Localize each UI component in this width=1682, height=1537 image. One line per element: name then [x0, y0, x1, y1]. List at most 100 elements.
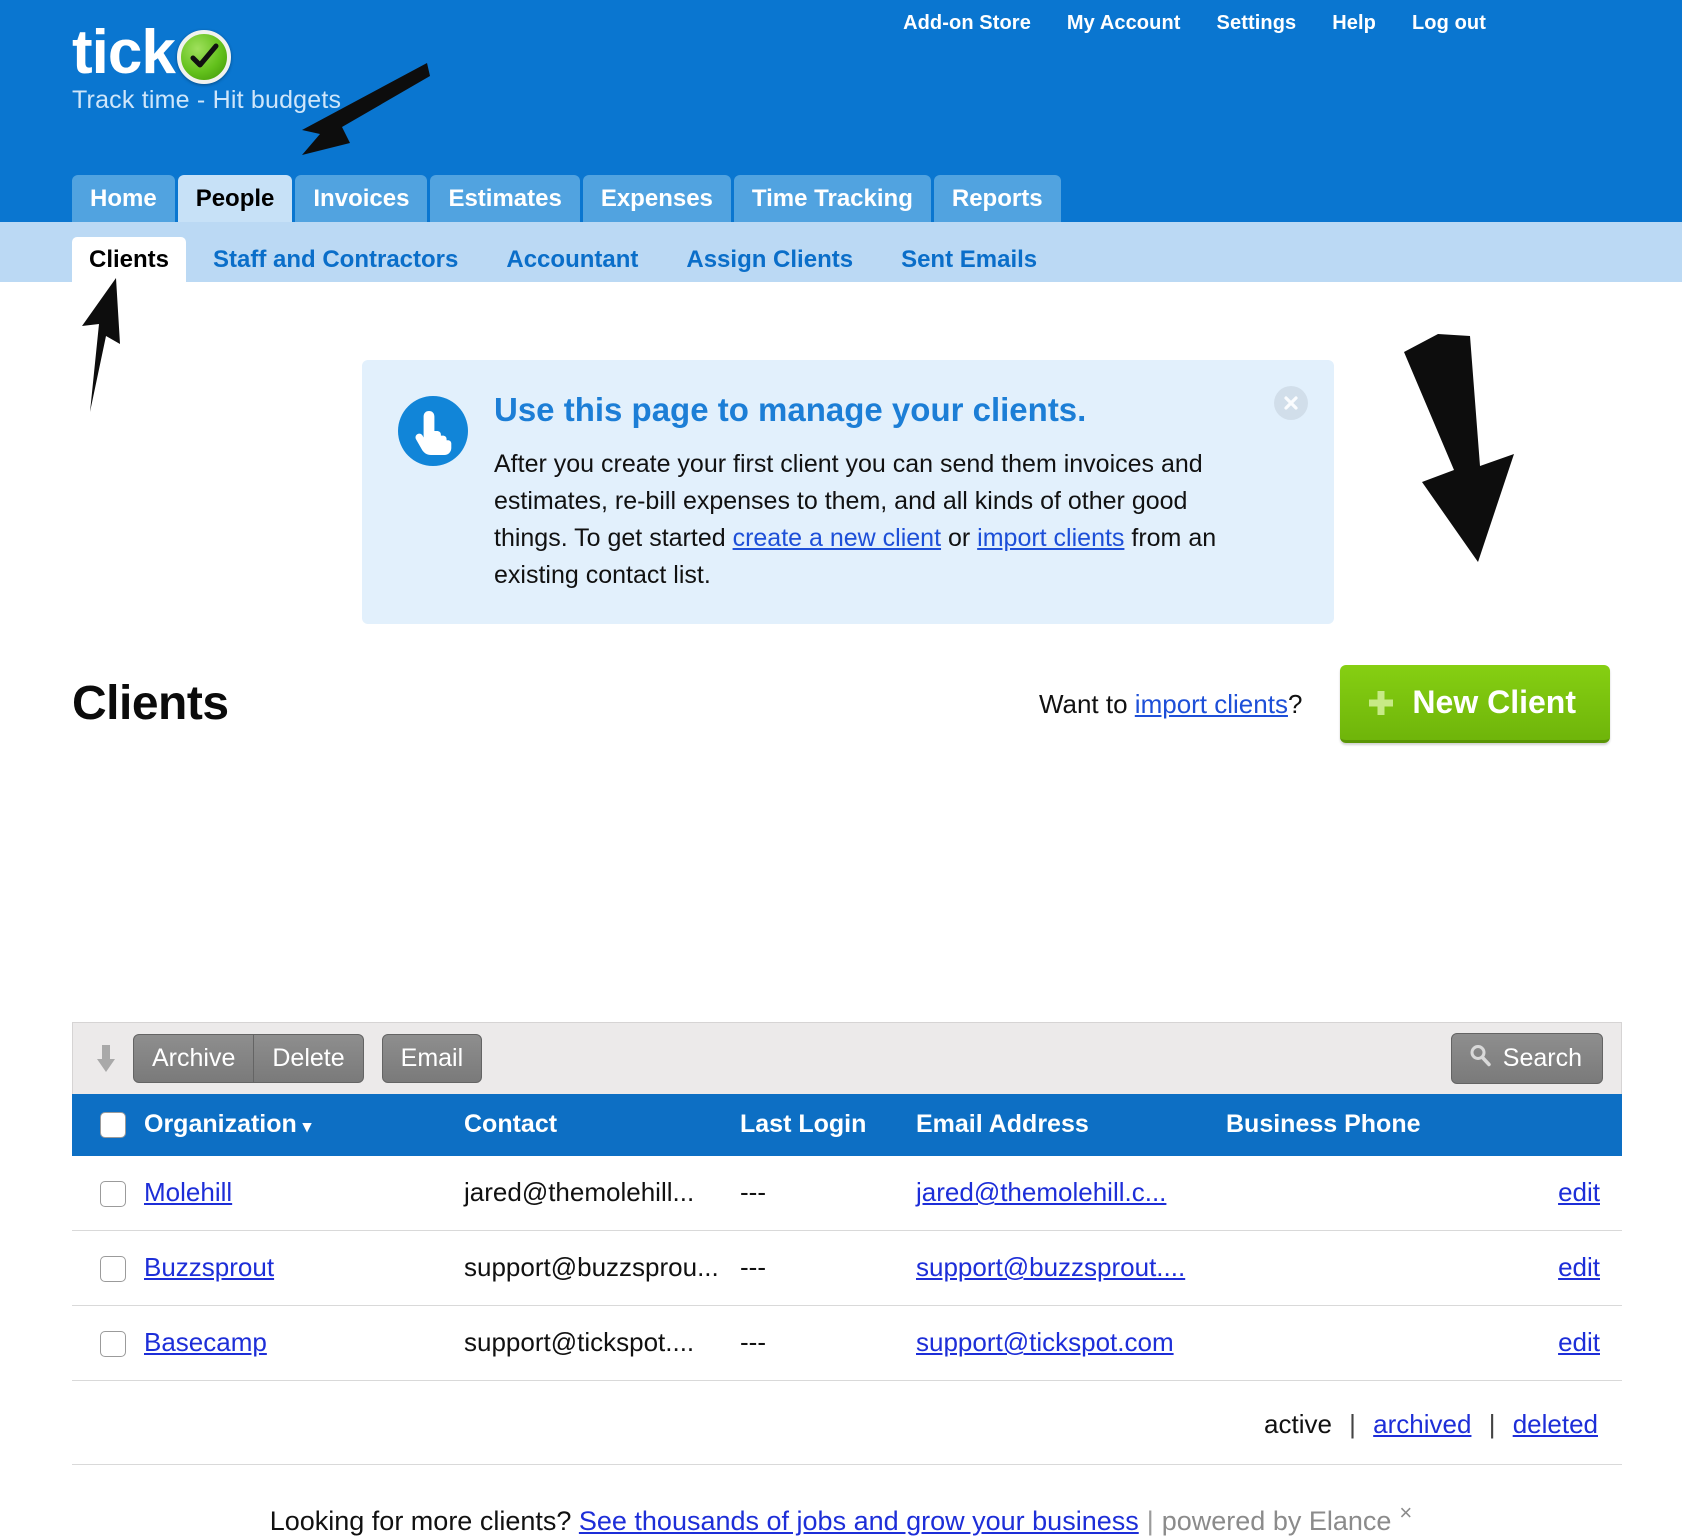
- tab-reports[interactable]: Reports: [933, 175, 1061, 222]
- logo-tagline: Track time - Hit budgets: [72, 86, 342, 114]
- column-header-last-login[interactable]: Last Login: [740, 1094, 916, 1156]
- cell-last-login: ---: [740, 1156, 916, 1231]
- tab-invoices[interactable]: Invoices: [295, 175, 428, 222]
- main-tab-bar: Home People Invoices Estimates Expenses …: [72, 175, 1064, 222]
- client-link-molehill[interactable]: Molehill: [144, 1177, 232, 1207]
- cell-contact: support@buzzsprou...: [464, 1230, 740, 1306]
- annotation-arrow-new-client: [1404, 334, 1514, 562]
- cell-organization: Molehill: [144, 1156, 464, 1231]
- page-title: Clients: [72, 677, 229, 730]
- arrow-down-icon[interactable]: [95, 1043, 133, 1075]
- tab-people[interactable]: People: [177, 175, 293, 222]
- info-banner-title: Use this page to manage your clients.: [494, 391, 1087, 428]
- column-header-organization[interactable]: Organization ▾: [144, 1094, 464, 1156]
- status-filter-separator-2: |: [1488, 1409, 1496, 1439]
- email-link-basecamp[interactable]: support@tickspot.com: [916, 1327, 1174, 1357]
- elance-close-icon[interactable]: ×: [1399, 1500, 1412, 1525]
- select-all-header: [72, 1094, 144, 1156]
- tab-time-tracking[interactable]: Time Tracking: [733, 175, 931, 222]
- logo-wordmark: tick: [72, 18, 176, 87]
- email-link-buzzsprout[interactable]: support@buzzsprout....: [916, 1252, 1185, 1282]
- status-filter-deleted[interactable]: deleted: [1513, 1409, 1598, 1439]
- delete-button[interactable]: Delete: [254, 1034, 364, 1083]
- footer-divider: [72, 1464, 1622, 1465]
- subtab-assign-clients[interactable]: Assign Clients: [669, 237, 870, 282]
- cell-actions: edit: [1526, 1156, 1622, 1231]
- tab-estimates[interactable]: Estimates: [430, 175, 580, 222]
- status-filter-separator-1: |: [1349, 1409, 1356, 1439]
- page-title-row: Clients Want to import clients? New Clie…: [72, 654, 1610, 754]
- clients-table: Organization ▾ Contact Last Login Email A…: [72, 1094, 1622, 1381]
- top-utility-nav: Add-on Store My Account Settings Help Lo…: [903, 12, 1486, 35]
- tab-home[interactable]: Home: [72, 175, 175, 222]
- plus-icon: [1366, 688, 1396, 718]
- table-row: Basecamp support@tickspot.... --- suppor…: [72, 1305, 1622, 1381]
- create-new-client-link[interactable]: create a new client: [733, 524, 941, 552]
- subtab-sent-emails[interactable]: Sent Emails: [884, 237, 1054, 282]
- cell-business-phone: [1226, 1305, 1526, 1381]
- search-button-label: Search: [1502, 1044, 1582, 1072]
- column-header-email-address[interactable]: Email Address: [916, 1094, 1226, 1156]
- elance-jobs-link[interactable]: See thousands of jobs and grow your busi…: [579, 1506, 1139, 1536]
- topnav-item-help[interactable]: Help: [1332, 12, 1376, 35]
- import-prompt-prefix: Want to: [1038, 688, 1135, 719]
- cell-email-address: support@tickspot.com: [916, 1305, 1226, 1381]
- new-client-button[interactable]: New Client: [1340, 665, 1610, 743]
- column-header-contact[interactable]: Contact: [464, 1094, 740, 1156]
- bulk-action-group: Archive Delete: [133, 1034, 364, 1083]
- cell-last-login: ---: [740, 1305, 916, 1381]
- import-clients-link[interactable]: import clients: [1135, 689, 1288, 719]
- archive-button[interactable]: Archive: [133, 1034, 255, 1083]
- tab-expenses[interactable]: Expenses: [582, 175, 731, 222]
- subtab-clients[interactable]: Clients: [72, 237, 187, 282]
- close-icon[interactable]: [1274, 386, 1308, 420]
- subtab-accountant[interactable]: Accountant: [489, 237, 655, 282]
- elance-powered-by: powered by Elance: [1161, 1506, 1392, 1536]
- column-header-business-phone[interactable]: Business Phone: [1226, 1094, 1526, 1156]
- select-all-checkbox[interactable]: [100, 1112, 126, 1139]
- elance-promo-bar: Looking for more clients? See thousands …: [0, 1500, 1682, 1537]
- info-banner-text-part2: or: [941, 524, 978, 552]
- subtab-staff-and-contractors[interactable]: Staff and Contractors: [196, 237, 475, 282]
- import-clients-link-banner[interactable]: import clients: [977, 524, 1124, 552]
- row-checkbox[interactable]: [100, 1181, 126, 1208]
- import-prompt-suffix: ?: [1287, 688, 1303, 719]
- logo[interactable]: tick Track time - Hit budgets: [72, 22, 341, 115]
- elance-separator: |: [1146, 1506, 1154, 1536]
- client-link-basecamp[interactable]: Basecamp: [144, 1327, 267, 1357]
- topnav-item-settings[interactable]: Settings: [1217, 12, 1297, 35]
- info-banner: Use this page to manage your clients. Af…: [362, 360, 1334, 624]
- cell-email-address: jared@themolehill.c...: [916, 1156, 1226, 1231]
- column-header-organization-label: Organization: [144, 1110, 297, 1138]
- search-button[interactable]: Search: [1450, 1033, 1603, 1084]
- row-checkbox[interactable]: [100, 1331, 126, 1358]
- row-checkbox[interactable]: [100, 1256, 126, 1283]
- client-link-buzzsprout[interactable]: Buzzsprout: [144, 1252, 274, 1282]
- row-select-cell: [72, 1230, 144, 1306]
- row-select-cell: [72, 1156, 144, 1231]
- status-filter-links: active | archived | deleted: [72, 1381, 1622, 1440]
- table-row: Molehill jared@themolehill... --- jared@…: [72, 1156, 1622, 1231]
- annotation-arrow-clients: [82, 278, 120, 412]
- table-row: Buzzsprout support@buzzsprou... --- supp…: [72, 1230, 1622, 1306]
- clients-table-head: Organization ▾ Contact Last Login Email A…: [72, 1094, 1622, 1156]
- status-filter-active: active: [1264, 1409, 1332, 1439]
- email-link-molehill[interactable]: jared@themolehill.c...: [916, 1177, 1166, 1207]
- topnav-item-addon-store[interactable]: Add-on Store: [903, 12, 1031, 35]
- sub-tab-bar: Clients Staff and Contractors Accountant…: [0, 222, 1682, 282]
- sort-descending-icon: ▾: [302, 1117, 312, 1136]
- email-button[interactable]: Email: [381, 1034, 483, 1083]
- import-clients-prompt: Want to import clients?: [1039, 689, 1302, 720]
- edit-link[interactable]: edit: [1558, 1252, 1600, 1282]
- cell-contact: support@tickspot....: [464, 1305, 740, 1381]
- status-filter-archived[interactable]: archived: [1373, 1409, 1471, 1439]
- topnav-item-log-out[interactable]: Log out: [1412, 12, 1486, 35]
- elance-promo-prefix: Looking for more clients?: [269, 1506, 579, 1536]
- new-client-button-label: New Client: [1412, 684, 1576, 720]
- topnav-item-my-account[interactable]: My Account: [1067, 12, 1181, 35]
- edit-link[interactable]: edit: [1558, 1177, 1600, 1207]
- cell-business-phone: [1226, 1156, 1526, 1231]
- table-header-row: Organization ▾ Contact Last Login Email A…: [72, 1094, 1622, 1156]
- edit-link[interactable]: edit: [1558, 1327, 1600, 1357]
- column-header-actions: [1526, 1094, 1622, 1156]
